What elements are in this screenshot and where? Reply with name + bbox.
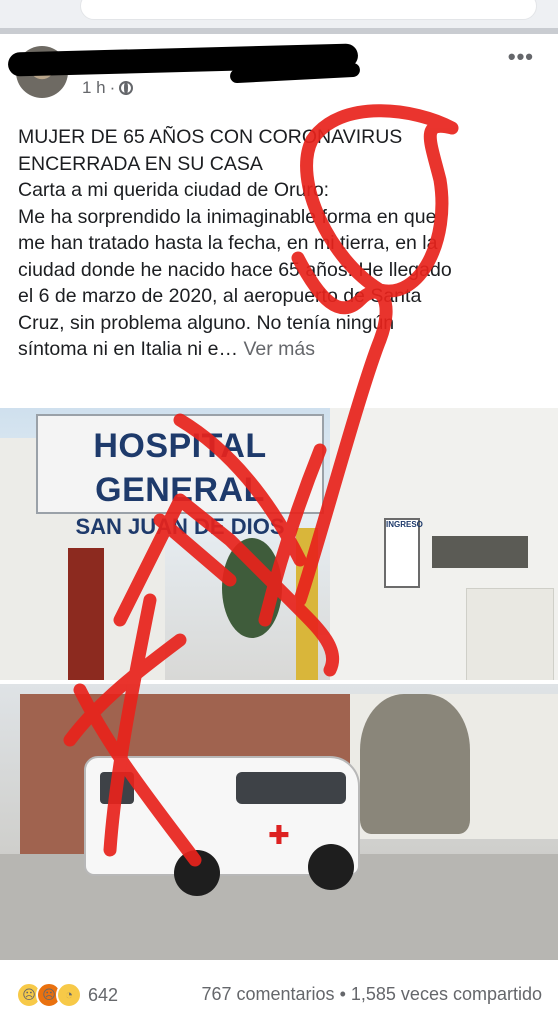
ingreso-label: INGRESO <box>386 520 423 529</box>
red-cross-icon: ✚ <box>268 820 290 850</box>
meta-separator: · <box>109 78 116 97</box>
bare-tree <box>360 694 470 834</box>
see-more-link[interactable]: Ver más <box>243 338 315 360</box>
reactions-summary[interactable]: ☹ ☹ ◔ 642 <box>16 982 118 1008</box>
post-line: me han tratado hasta la fecha, en mi tie… <box>18 232 438 254</box>
hospital-sign-line2: SAN JUAN DE DIOS <box>75 514 285 539</box>
stats-separator: • <box>339 984 346 1004</box>
search-bar[interactable] <box>80 0 537 20</box>
post-line-last: síntoma ni en Italia ni e… Ver más <box>18 336 543 363</box>
post-text: MUJER DE 65 AÑOS CON CORONAVIRUS ENCERRA… <box>18 124 543 363</box>
post-header: 1 h · ••• <box>0 34 558 114</box>
red-door <box>68 548 104 680</box>
building-window <box>432 536 528 568</box>
ambulance-rear-window <box>100 772 134 804</box>
post-time[interactable]: 1 h <box>82 78 106 98</box>
comments-count-link[interactable]: 767 comentarios <box>201 984 334 1004</box>
hospital-sign: HOSPITAL GENERAL SAN JUAN DE DIOS <box>36 414 324 539</box>
post-line: Me ha sorprendido la inimaginable forma … <box>18 205 437 228</box>
post-meta: 1 h · <box>82 78 134 98</box>
yellow-pole <box>296 528 318 680</box>
post-line-truncated: síntoma ni en Italia ni e… <box>18 338 239 360</box>
shares-count-link[interactable]: 1,585 veces compartido <box>351 984 542 1004</box>
ingreso-sign: INGRESO <box>384 518 423 588</box>
ambulance: ✚ <box>84 756 360 896</box>
ambulance-photo[interactable]: ✚ <box>0 684 558 960</box>
hospital-sign-line1: HOSPITAL GENERAL <box>93 427 267 509</box>
building-door <box>466 588 554 680</box>
post-stats: 767 comentarios • 1,585 veces compartido <box>201 984 542 1005</box>
top-bar <box>0 0 558 28</box>
post-line: MUJER DE 65 AÑOS CON CORONAVIRUS <box>18 126 403 148</box>
ambulance-side-window <box>236 772 346 804</box>
ambulance-wheel <box>174 850 220 896</box>
tree <box>222 538 282 638</box>
post-footer: ☹ ☹ ◔ 642 767 comentarios • 1,585 veces … <box>0 968 558 1024</box>
reaction-count: 642 <box>88 984 119 1005</box>
ambulance-wheel <box>308 844 354 890</box>
post-line: el 6 de marzo de 2020, al aeropuerto de … <box>18 285 422 307</box>
wow-reaction-icon: ◔ <box>56 982 82 1008</box>
post-more-menu-button[interactable]: ••• <box>508 44 534 70</box>
globe-icon <box>119 81 134 95</box>
post-photos[interactable]: INGRESO HOSPITAL GENERAL SAN JUAN DE DIO… <box>0 408 558 960</box>
post-line: Carta a mi querida ciudad de Oruro: <box>18 179 330 201</box>
post-line: ENCERRADA EN SU CASA <box>18 152 263 175</box>
post-line: Cruz, sin problema alguno. No tenía ning… <box>18 311 395 334</box>
post-line: ciudad donde he nacido hace 65 años. He … <box>18 258 452 281</box>
hospital-photo[interactable]: INGRESO HOSPITAL GENERAL SAN JUAN DE DIO… <box>0 408 558 680</box>
